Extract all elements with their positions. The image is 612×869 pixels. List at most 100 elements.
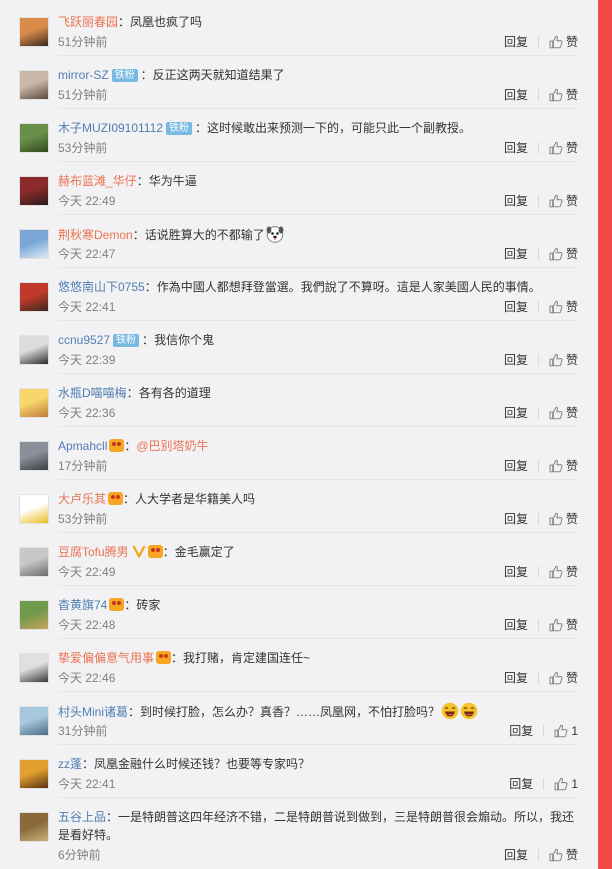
- reply-button[interactable]: 回复: [504, 511, 528, 527]
- thumbs-up-icon: [549, 406, 563, 420]
- username-link[interactable]: 荆秋寒Demon: [58, 228, 133, 242]
- colon-separator: ：: [126, 386, 139, 400]
- user-avatar[interactable]: [19, 706, 49, 736]
- reply-button[interactable]: 回复: [509, 776, 533, 792]
- reply-button[interactable]: 回复: [504, 246, 528, 262]
- reply-button[interactable]: 回复: [504, 299, 528, 315]
- reply-button[interactable]: 回复: [504, 352, 528, 368]
- like-label: 赞: [565, 618, 578, 632]
- user-avatar[interactable]: [19, 229, 49, 259]
- colon-separator: ：: [162, 545, 175, 559]
- reply-button[interactable]: 回复: [504, 847, 528, 863]
- reply-button[interactable]: 回复: [504, 140, 528, 156]
- colon-separator: ：: [82, 757, 95, 771]
- username-link[interactable]: 杳黄旗74: [58, 598, 107, 612]
- user-avatar[interactable]: [19, 547, 49, 577]
- username-link[interactable]: 飞跃丽春园: [58, 15, 118, 29]
- comment-item: mirror-SZ 铁粉 ：反正这两天就知道结果了 51分钟前 回复 赞: [0, 56, 598, 109]
- comment-item: 大卢乐其 ：人大学者是华籍美人吗 53分钟前 回复 赞: [0, 480, 598, 533]
- username-link[interactable]: 大卢乐其: [58, 492, 106, 506]
- like-button[interactable]: 赞: [549, 352, 578, 368]
- comment-text-line: 挚爱偏偏意气用事 ：我打赌，肯定建国连任~: [58, 649, 578, 667]
- like-button[interactable]: 赞: [549, 34, 578, 50]
- user-avatar[interactable]: [19, 335, 49, 365]
- like-label: 赞: [565, 565, 578, 579]
- like-label: 赞: [565, 247, 578, 261]
- user-avatar[interactable]: [19, 653, 49, 683]
- username-link[interactable]: mirror-SZ: [58, 68, 109, 82]
- username-link[interactable]: 水瓶D喵喵梅: [58, 386, 127, 400]
- comment-text-line: 飞跃丽春园：凤凰也疯了吗: [58, 13, 578, 31]
- member-badge-icon: [147, 545, 163, 558]
- user-avatar[interactable]: [19, 812, 49, 842]
- like-button[interactable]: 赞: [549, 458, 578, 474]
- username-link[interactable]: 挚爱偏偏意气用事: [58, 651, 154, 665]
- like-button[interactable]: 赞: [549, 405, 578, 421]
- comment-actions: 回复 赞: [504, 405, 578, 421]
- reply-button[interactable]: 回复: [504, 458, 528, 474]
- reply-button[interactable]: 回复: [504, 670, 528, 686]
- user-avatar[interactable]: [19, 17, 49, 47]
- colon-separator: ：: [194, 121, 207, 135]
- thumbs-up-icon: [554, 777, 568, 791]
- comment-text-line: 五谷上品：一是特朗普这四年经济不错，二是特朗普说到做到，三是特朗普很会煽动。所以…: [58, 808, 584, 844]
- username-link[interactable]: 木子MUZI09101112: [58, 121, 163, 135]
- mention-link[interactable]: @巴别塔奶牛: [136, 439, 208, 453]
- comment-actions: 回复 赞: [504, 617, 578, 633]
- like-button[interactable]: 赞: [549, 847, 578, 863]
- user-avatar[interactable]: [19, 441, 49, 471]
- like-button[interactable]: 赞: [549, 246, 578, 262]
- reply-button[interactable]: 回复: [504, 34, 528, 50]
- comment-body: 到时候打脸，怎么办？真香？……凤凰网，不怕打脸吗？: [140, 705, 441, 719]
- username-link[interactable]: zz蓬: [58, 757, 82, 771]
- comment-body: 话说胜算大的不都输了: [144, 228, 265, 242]
- user-avatar[interactable]: [19, 70, 49, 100]
- reply-button[interactable]: 回复: [504, 193, 528, 209]
- like-button[interactable]: 赞: [549, 87, 578, 103]
- username-link[interactable]: 村头Mini诸葛: [58, 705, 128, 719]
- reply-button[interactable]: 回复: [504, 87, 528, 103]
- like-button[interactable]: 赞: [549, 511, 578, 527]
- like-label: 赞: [565, 353, 578, 367]
- like-button[interactable]: 赞: [549, 564, 578, 580]
- like-button[interactable]: 1: [554, 776, 578, 792]
- dog-emoji-icon: [266, 226, 284, 243]
- like-label: 1: [571, 777, 578, 791]
- like-label: 赞: [565, 88, 578, 102]
- user-avatar[interactable]: [19, 176, 49, 206]
- colon-separator: ：: [171, 651, 184, 665]
- comment-item: 木子MUZI09101112 铁粉 ：这时候敢出来预测一下的，可能只此一个副教授。 5…: [0, 109, 598, 162]
- username-link[interactable]: 悠悠南山下0755: [58, 280, 145, 294]
- action-divider: [537, 89, 539, 101]
- username-link[interactable]: 豆腐Tofu腾男: [58, 545, 129, 559]
- action-divider: [537, 407, 539, 419]
- user-avatar[interactable]: [19, 282, 49, 312]
- user-avatar[interactable]: [19, 494, 49, 524]
- thumbs-up-icon: [549, 88, 563, 102]
- comment-time: 今天 22:36: [58, 406, 116, 420]
- user-avatar[interactable]: [19, 759, 49, 789]
- username-link[interactable]: ccnu9527: [58, 333, 110, 347]
- fan-badge: 铁粉: [165, 122, 192, 135]
- comment-actions: 回复 赞: [504, 299, 578, 315]
- like-button[interactable]: 赞: [549, 193, 578, 209]
- reply-button[interactable]: 回复: [504, 564, 528, 580]
- user-avatar[interactable]: [19, 123, 49, 153]
- comment-text-line: Apmahcll ：@巴别塔奶牛: [58, 437, 578, 455]
- like-button[interactable]: 1: [554, 723, 578, 739]
- verified-v-icon: [132, 545, 146, 558]
- like-label: 赞: [565, 512, 578, 526]
- like-button[interactable]: 赞: [549, 670, 578, 686]
- like-button[interactable]: 赞: [549, 617, 578, 633]
- user-avatar[interactable]: [19, 600, 49, 630]
- username-link[interactable]: 五谷上品: [58, 810, 106, 824]
- user-avatar[interactable]: [19, 388, 49, 418]
- like-button[interactable]: 赞: [549, 140, 578, 156]
- username-link[interactable]: 赫布蓝滩_华仔: [58, 174, 137, 188]
- reply-button[interactable]: 回复: [504, 405, 528, 421]
- username-link[interactable]: Apmahcll: [58, 439, 107, 453]
- like-button[interactable]: 赞: [549, 299, 578, 315]
- reply-button[interactable]: 回复: [504, 617, 528, 633]
- reply-button[interactable]: 回复: [509, 723, 533, 739]
- comment-feed: 飞跃丽春园：凤凰也疯了吗 51分钟前 回复赞 mirror-SZ 铁粉 ：反正这两天就知道…: [0, 0, 598, 869]
